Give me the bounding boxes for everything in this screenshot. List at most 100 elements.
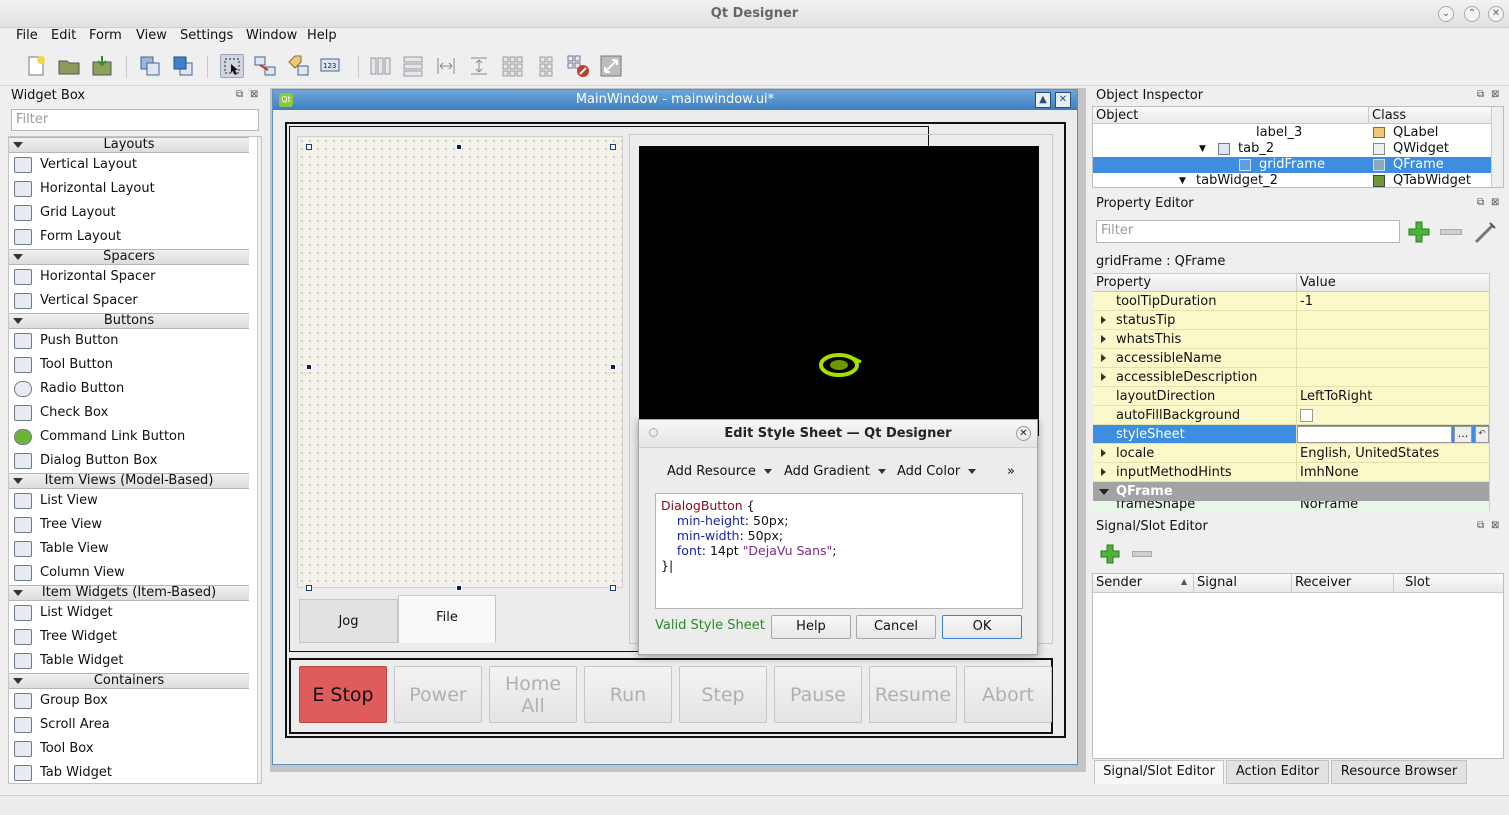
dialog-menu-icon[interactable] [649, 428, 658, 437]
widget-item[interactable]: List Widget [9, 601, 249, 625]
property-row[interactable]: layoutDirection LeftToRight [1093, 387, 1489, 406]
column-sender[interactable]: Sender [1096, 574, 1142, 592]
tree-row[interactable]: ▼ tabWidget_2 QTabWidget [1093, 173, 1491, 189]
pause-button[interactable]: Pause [774, 666, 862, 723]
widget-box-close-icon[interactable]: ⊠ [250, 89, 258, 100]
add-color-menu[interactable]: Add Color [897, 464, 977, 479]
widget-item[interactable]: Push Button [9, 329, 249, 353]
widget-item[interactable]: Grid Layout [9, 201, 249, 225]
property-editor-float-icon[interactable]: ⧉ [1477, 197, 1484, 208]
property-row[interactable]: toolTipDuration -1 [1093, 292, 1489, 311]
autofill-checkbox[interactable] [1300, 409, 1313, 422]
add-connection-icon[interactable] [1099, 543, 1121, 565]
property-scrollbar[interactable] [1489, 273, 1502, 511]
more-menu-icon[interactable]: » [1007, 464, 1015, 479]
run-button[interactable]: Run [584, 666, 672, 723]
collapse-arrow-icon[interactable] [1099, 489, 1109, 495]
signal-slot-float-icon[interactable]: ⧉ [1477, 520, 1484, 531]
category-item-widgets[interactable]: Item Widgets (Item-Based) [9, 585, 249, 601]
signal-slot-close-icon[interactable]: ⊠ [1491, 520, 1499, 531]
layout-vertical-icon[interactable] [401, 54, 425, 78]
widget-item[interactable]: List View [9, 489, 249, 513]
widget-item[interactable]: Form Layout [9, 225, 249, 249]
widget-box-scrollbar[interactable] [257, 137, 261, 783]
property-group-qframe[interactable]: QFrame [1093, 482, 1489, 501]
menu-settings[interactable]: Settings [180, 28, 233, 43]
widget-item[interactable]: Check Box [9, 401, 249, 425]
subwindow-titlebar[interactable]: Qt MainWindow - mainwindow.ui* ▲ ✕ [273, 90, 1077, 110]
property-row-partial[interactable]: frameShape NoFrame [1093, 501, 1489, 511]
step-button[interactable]: Step [679, 666, 767, 723]
cancel-button[interactable]: Cancel [856, 615, 936, 639]
expand-arrow-icon[interactable] [1101, 449, 1106, 457]
widget-item[interactable]: Tab Widget [9, 761, 249, 783]
help-button[interactable]: Help [771, 615, 851, 639]
category-item-views[interactable]: Item Views (Model-Based) [9, 473, 249, 489]
add-gradient-menu[interactable]: Add Gradient [784, 464, 886, 479]
widget-item[interactable]: Table Widget [9, 649, 249, 673]
maximize-button[interactable]: ⌃ [1464, 6, 1480, 22]
grid-frame-selected[interactable] [297, 136, 623, 588]
stylesheet-value-field[interactable] [1297, 426, 1452, 443]
widget-item[interactable]: Scroll Area [9, 713, 249, 737]
resume-button[interactable]: Resume [869, 666, 957, 723]
tab-signal-slot-editor[interactable]: Signal/Slot Editor [1094, 760, 1224, 784]
subwindow-close-icon[interactable]: ✕ [1055, 92, 1071, 108]
object-inspector-close-icon[interactable]: ⊠ [1491, 89, 1499, 100]
property-row[interactable]: inputMethodHints ImhNone [1093, 463, 1489, 482]
home-all-button[interactable]: Home All [489, 666, 577, 723]
menu-form[interactable]: Form [89, 28, 122, 43]
property-row[interactable]: autoFillBackground [1093, 406, 1489, 425]
widget-item[interactable]: Tree Widget [9, 625, 249, 649]
stylesheet-edit-button[interactable]: ... [1454, 426, 1472, 443]
tree-row[interactable]: label_3 QLabel [1093, 125, 1491, 141]
expand-arrow-icon[interactable] [1101, 335, 1106, 343]
menu-view[interactable]: View [136, 28, 167, 43]
category-layouts[interactable]: Layouts [9, 137, 249, 153]
configure-icon[interactable] [1472, 220, 1498, 246]
edit-signals-slots-icon[interactable] [253, 54, 277, 78]
tab-action-editor[interactable]: Action Editor [1226, 760, 1329, 784]
widget-item[interactable]: Column View [9, 561, 249, 585]
edit-tab-order-icon[interactable]: 123 [319, 54, 343, 78]
property-row[interactable]: accessibleDescription [1093, 368, 1489, 387]
widget-item[interactable]: Group Box [9, 689, 249, 713]
widget-item[interactable]: Tree View [9, 513, 249, 537]
widget-item[interactable]: Table View [9, 537, 249, 561]
property-row-selected[interactable]: styleSheet... ↶ [1093, 425, 1489, 444]
subwindow-maximize-icon[interactable]: ▲ [1035, 92, 1051, 108]
widget-item[interactable]: Vertical Spacer [9, 289, 249, 313]
collapse-arrow-icon[interactable]: ▼ [1179, 173, 1186, 189]
dialog-titlebar[interactable]: Edit Style Sheet — Qt Designer ✕ [639, 420, 1037, 448]
column-signal[interactable]: Signal [1197, 574, 1237, 592]
edit-widgets-icon[interactable] [220, 54, 244, 78]
column-property[interactable]: Property [1096, 274, 1151, 292]
property-editor-close-icon[interactable]: ⊠ [1491, 197, 1499, 208]
menu-file[interactable]: File [16, 28, 38, 43]
new-form-icon[interactable] [24, 54, 48, 78]
column-object[interactable]: Object [1096, 107, 1138, 125]
category-containers[interactable]: Containers [9, 673, 249, 689]
property-row[interactable]: whatsThis [1093, 330, 1489, 349]
layout-horizontal-icon[interactable] [368, 54, 392, 78]
column-receiver[interactable]: Receiver [1295, 574, 1351, 592]
widget-box-filter[interactable]: Filter [11, 109, 259, 131]
tab-resource-browser[interactable]: Resource Browser [1331, 760, 1467, 784]
dialog-close-icon[interactable]: ✕ [1016, 426, 1031, 441]
widget-item[interactable]: Command Link Button [9, 425, 249, 449]
category-buttons[interactable]: Buttons [9, 313, 249, 329]
property-row[interactable]: locale English, UnitedStates [1093, 444, 1489, 463]
tab-jog[interactable]: Jog [299, 599, 398, 643]
menu-window[interactable]: Window [246, 28, 297, 43]
widget-item[interactable]: Dialog Button Box [9, 449, 249, 473]
bring-to-front-icon[interactable] [171, 54, 195, 78]
expand-arrow-icon[interactable] [1101, 468, 1106, 476]
widget-item[interactable]: Horizontal Layout [9, 177, 249, 201]
property-filter[interactable]: Filter [1096, 220, 1400, 243]
widget-item[interactable]: Vertical Layout [9, 153, 249, 177]
close-button[interactable]: ✕ [1488, 6, 1504, 22]
category-spacers[interactable]: Spacers [9, 249, 249, 265]
expand-arrow-icon[interactable] [1101, 373, 1106, 381]
layout-grid-icon[interactable] [500, 54, 524, 78]
tree-row[interactable]: ▼ tab_2 QWidget [1093, 141, 1491, 157]
